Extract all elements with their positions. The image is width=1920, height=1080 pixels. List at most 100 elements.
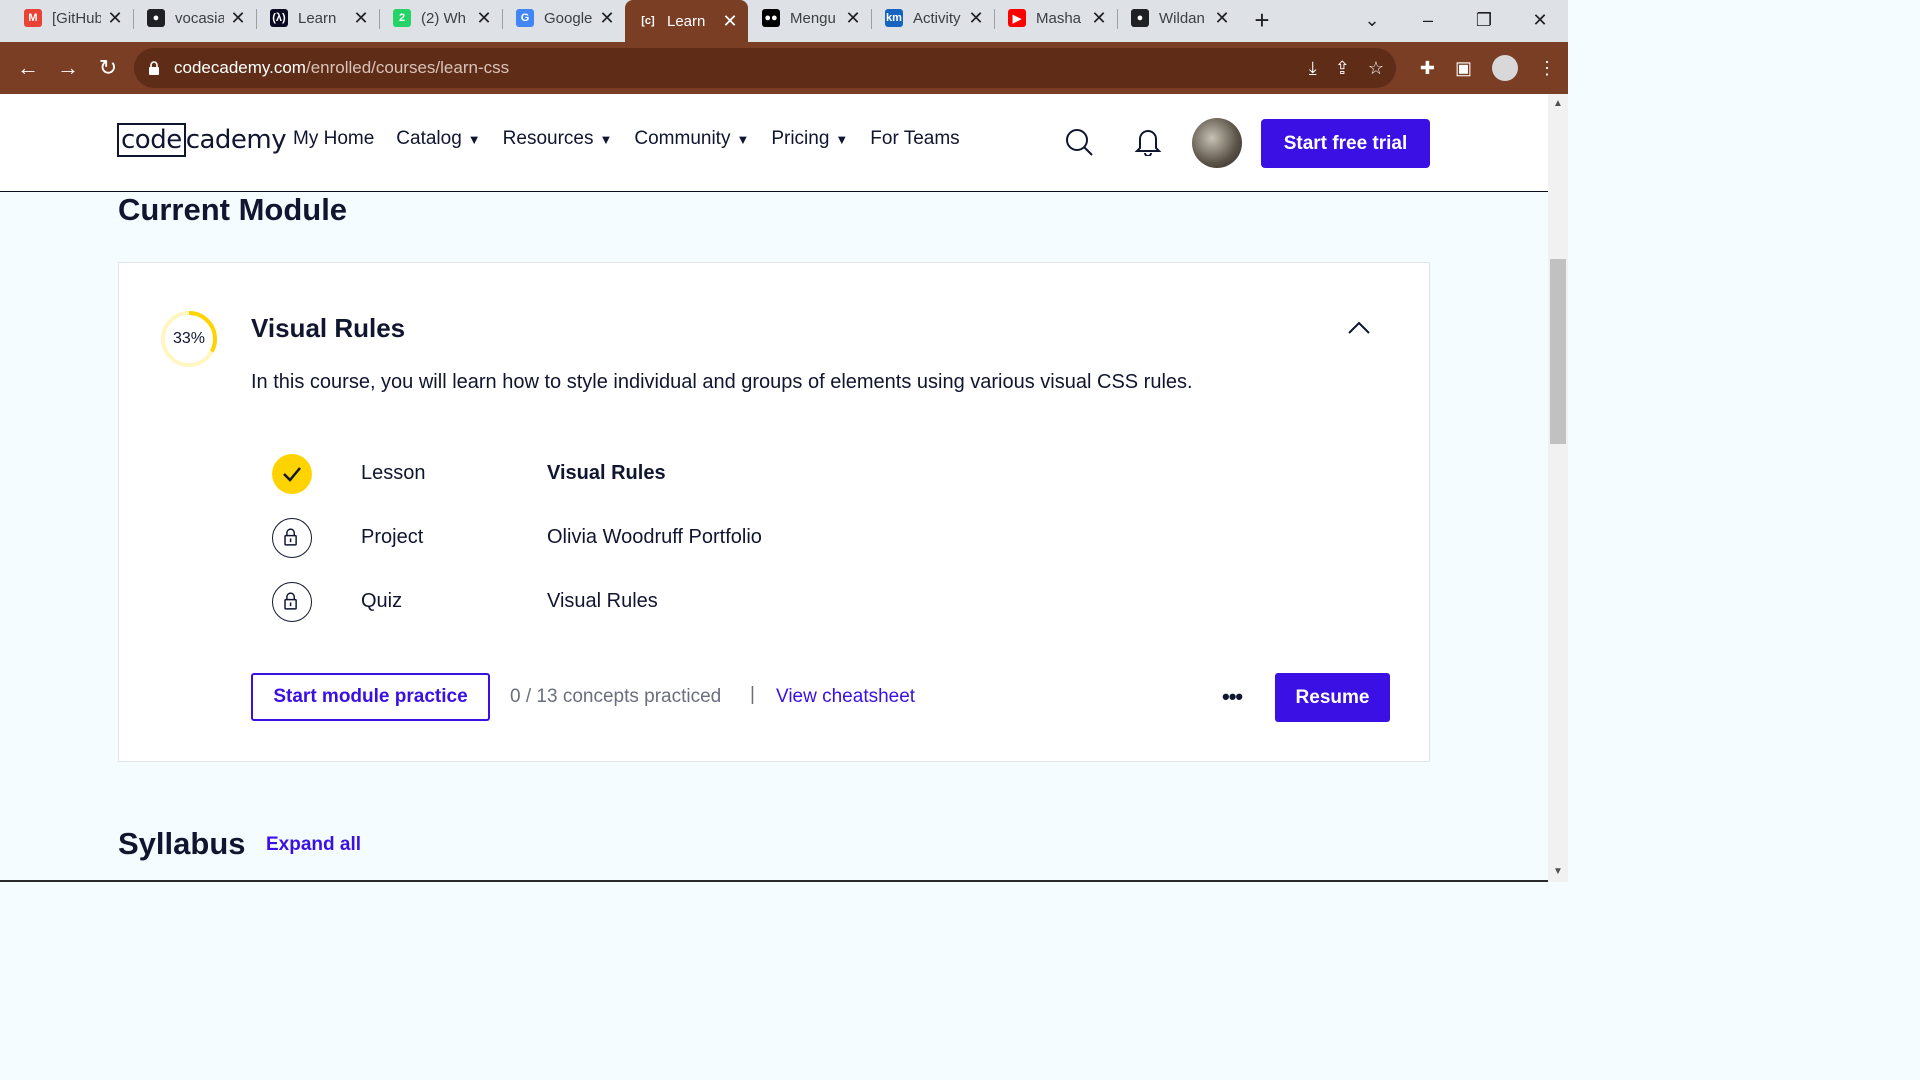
close-tab-icon[interactable]: ✕	[1214, 8, 1230, 29]
browser-tab[interactable]: ▶ Masha ✕	[994, 0, 1117, 36]
codecademy-icon: [c]	[639, 12, 657, 30]
close-tab-icon[interactable]: ✕	[476, 8, 492, 29]
scroll-down-arrow-icon[interactable]: ▼	[1552, 866, 1564, 877]
medium-icon: ●●	[762, 9, 780, 27]
more-options-icon[interactable]: •••	[1222, 684, 1243, 710]
page-scrollbar[interactable]	[1548, 94, 1568, 882]
nav-link-label: My Home	[293, 128, 375, 149]
nav-link-label: Pricing	[771, 128, 830, 149]
url-path: /enrolled/courses/learn-css	[305, 58, 510, 77]
share-icon[interactable]: ⇪	[1335, 58, 1350, 79]
github-icon: ●	[147, 9, 165, 27]
user-avatar[interactable]	[1192, 118, 1242, 168]
item-name[interactable]: Visual Rules	[547, 590, 658, 613]
close-tab-icon[interactable]: ✕	[107, 8, 123, 29]
nav-link-label: For Teams	[870, 128, 960, 149]
lock-icon	[272, 518, 312, 558]
tab-title: vocasia	[175, 9, 224, 27]
logo-code: code	[117, 123, 186, 157]
tab-title: Learn	[298, 9, 337, 27]
scrollbar-thumb[interactable]	[1550, 259, 1566, 444]
taskbar-edge	[0, 880, 1548, 882]
url-host: codecademy.com	[174, 58, 306, 77]
google-translate-icon: G	[516, 9, 534, 27]
browser-tab[interactable]: 2 (2) Wh ✕	[379, 0, 502, 36]
close-tab-icon[interactable]: ✕	[845, 8, 861, 29]
list-item[interactable]: Lesson Visual Rules	[272, 454, 1172, 494]
browser-menu-icon[interactable]: ⋮	[1538, 58, 1556, 79]
scroll-up-arrow-icon[interactable]: ▲	[1552, 98, 1564, 109]
minimize-icon[interactable]: –	[1400, 10, 1456, 31]
search-icon[interactable]	[1064, 127, 1094, 157]
address-bar[interactable]: codecademy.com/enrolled/courses/learn-cs…	[134, 48, 1396, 88]
back-icon[interactable]: ←	[8, 48, 48, 88]
expand-all-button[interactable]: Expand all	[266, 834, 361, 856]
item-name[interactable]: Visual Rules	[547, 462, 666, 485]
tab-search-icon[interactable]: ⌄	[1344, 10, 1400, 31]
caret-down-icon: ▼	[835, 132, 849, 147]
logo-cademy: cademy	[185, 125, 287, 155]
forward-icon[interactable]: →	[48, 48, 88, 88]
extensions-icon[interactable]: ✚	[1420, 58, 1435, 79]
nav-link-for-teams[interactable]: For Teams	[870, 128, 959, 150]
item-kind: Quiz	[361, 590, 403, 612]
tab-title: Mengu	[790, 9, 836, 27]
tab-title: [GitHub]	[52, 9, 101, 27]
browser-tab[interactable]: ●● Mengu ✕	[748, 0, 871, 36]
browser-tab[interactable]: (λ) Learn ✕	[256, 0, 379, 36]
browser-tab[interactable]: G Google ✕	[502, 0, 625, 36]
browser-toolbar: ← → ↻ codecademy.com/enrolled/courses/le…	[0, 42, 1568, 94]
nav-link-resources[interactable]: Resources ▼	[503, 128, 613, 150]
module-description: In this course, you will learn how to st…	[251, 371, 1193, 393]
tab-title: Wildan	[1159, 9, 1205, 27]
profile-avatar-icon[interactable]	[1492, 55, 1518, 81]
site-header: code cademy My Home Catalog ▼ Resources ▼ Comm…	[0, 94, 1548, 192]
start-free-trial-button[interactable]: Start free trial	[1261, 119, 1430, 168]
nav-link-label: Resources	[502, 128, 594, 149]
install-app-icon[interactable]: ⤓	[1309, 58, 1317, 79]
resume-button[interactable]: Resume	[1275, 673, 1390, 722]
item-name[interactable]: Olivia Woodruff Portfolio	[547, 526, 762, 549]
tab-title: (2) Wh	[421, 9, 466, 27]
bookmark-star-icon[interactable]: ☆	[1368, 58, 1384, 79]
main-nav: My Home Catalog ▼ Resources ▼ Community ▼ Prici…	[293, 128, 960, 150]
close-tab-icon[interactable]: ✕	[1091, 8, 1107, 29]
start-module-practice-button[interactable]: Start module practice	[251, 673, 490, 721]
codecademy-logo[interactable]: code cademy	[117, 123, 287, 157]
close-tab-icon[interactable]: ✕	[968, 8, 984, 29]
nav-link-community[interactable]: Community ▼	[634, 128, 749, 150]
tab-title: Masha	[1036, 9, 1082, 27]
concepts-practiced-count: 0 / 13 concepts practiced	[510, 686, 722, 707]
nav-link-my-home[interactable]: My Home	[293, 128, 374, 150]
new-tab-button[interactable]: +	[1244, 2, 1280, 38]
tab-title: Google	[544, 9, 593, 27]
browser-tab[interactable]: M [GitHub] ✕	[10, 0, 133, 36]
lock-icon	[149, 61, 159, 75]
close-window-icon[interactable]: ✕	[1512, 10, 1568, 31]
side-panel-icon[interactable]: ▣	[1455, 58, 1472, 79]
nav-link-pricing[interactable]: Pricing ▼	[771, 128, 848, 150]
window-controls: ⌄ – ❐ ✕	[1344, 0, 1568, 40]
check-icon	[272, 454, 312, 494]
github-icon: ●	[1131, 9, 1149, 27]
close-tab-icon[interactable]: ✕	[353, 8, 369, 29]
browser-tab[interactable]: ● Wildan ✕	[1117, 0, 1240, 36]
lock-icon	[272, 582, 312, 622]
close-tab-icon[interactable]: ✕	[599, 8, 615, 29]
list-item[interactable]: Quiz Visual Rules	[272, 582, 1172, 622]
collapse-chevron-up-icon[interactable]	[1346, 320, 1372, 336]
notifications-bell-icon[interactable]	[1134, 126, 1162, 156]
view-cheatsheet-link[interactable]: View cheatsheet	[776, 686, 915, 708]
browser-tab[interactable]: km Activity ✕	[871, 0, 994, 36]
restore-icon[interactable]: ❐	[1456, 10, 1512, 31]
close-tab-icon[interactable]: ✕	[722, 11, 738, 32]
separator: |	[750, 684, 755, 705]
kampus-merdeka-icon: km	[885, 9, 903, 27]
close-tab-icon[interactable]: ✕	[230, 8, 246, 29]
browser-tab[interactable]: [c] Learn ✕	[625, 0, 748, 42]
nav-link-catalog[interactable]: Catalog ▼	[396, 128, 480, 150]
list-item[interactable]: Project Olivia Woodruff Portfolio	[272, 518, 1172, 558]
item-kind: Project	[361, 526, 424, 548]
browser-tab[interactable]: ● vocasia ✕	[133, 0, 256, 36]
reload-icon[interactable]: ↻	[88, 48, 128, 88]
